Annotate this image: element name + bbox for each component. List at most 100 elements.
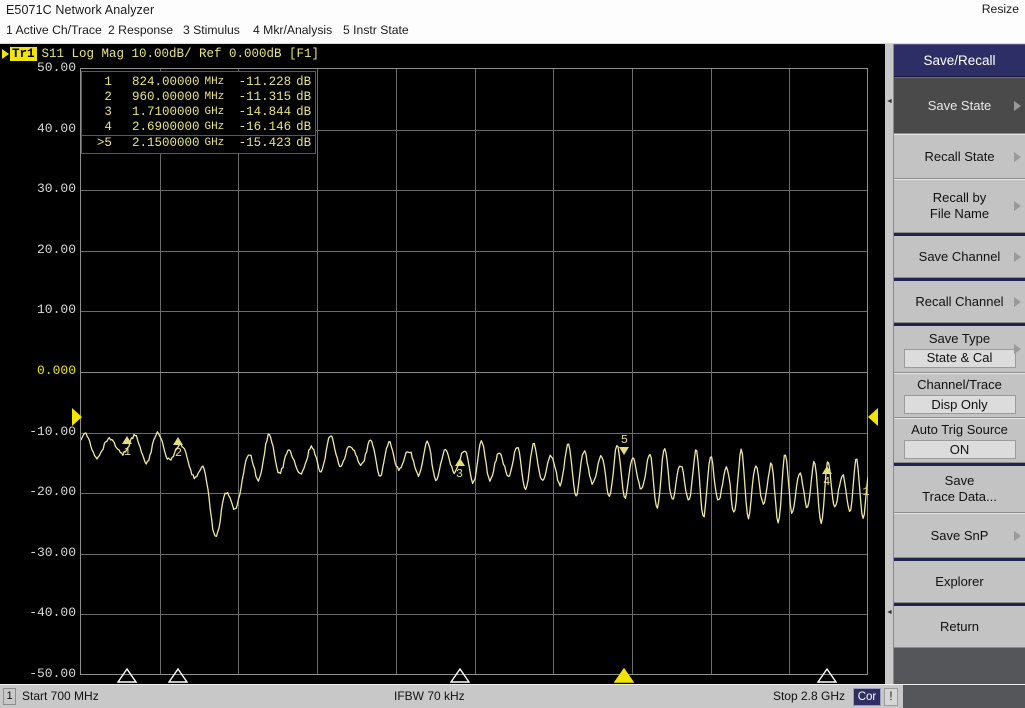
marker-readout-table[interactable]: 1824.00000MHz-11.228dB2960.00000MHz-11.3… [81,71,316,154]
marker-3-field-2: GHz [199,105,233,120]
marker-row-5[interactable]: >52.1500000GHz-15.423dB [82,135,315,151]
active-trace-badge[interactable]: Tr1 [10,47,37,61]
softkey-panel: ◄ ◄ Save/Recall Save StateRecall StateRe… [885,44,1025,684]
marker-row-1[interactable]: 1824.00000MHz-11.228dB [82,75,315,90]
marker-row-3[interactable]: 31.7100000GHz-14.844dB [82,105,315,120]
softkey-save-state[interactable]: Save State [894,77,1025,134]
softkey-sublabel: Trace Data... [922,489,997,505]
graph-marker-caret-5-icon[interactable] [619,447,629,455]
softkey-label: Explorer [935,574,983,590]
x-axis-marker-2-icon[interactable] [168,668,188,683]
graph-marker-caret-3-icon[interactable] [455,458,465,466]
y-axis-label-9: -40.00 [6,605,76,620]
y-axis-label-1: 40.00 [6,121,76,136]
marker-1-field-1: 824.00000 [112,75,200,90]
marker-4-field-0: 4 [84,120,112,135]
graph-marker-label-5: 5 [616,433,632,447]
softkey-label: Save Channel [919,249,1001,265]
softkey-label: Save SnP [931,528,989,544]
chevron-right-icon [1014,531,1021,541]
marker-3-field-1: 1.7100000 [112,105,200,120]
marker-2-field-1: 960.00000 [112,90,200,105]
scroll-down-arrow-icon[interactable]: ◄ [886,609,893,616]
scroll-up-arrow-icon[interactable]: ◄ [886,98,893,105]
y-axis-label-10: -50.00 [6,666,76,681]
menu-item-4[interactable]: 4 Mkr/Analysis [253,23,332,37]
softkey-value[interactable]: State & Cal [904,349,1016,368]
chevron-right-icon [1014,101,1021,111]
alert-status-badge[interactable]: ! [884,688,898,706]
graph-marker-caret-4-icon[interactable] [822,466,832,474]
graph-marker-label-2: 2 [170,446,186,460]
softkey-save[interactable]: SaveTrace Data... [894,463,1025,513]
marker-1-field-3: -11.228 [233,75,291,90]
graph-marker-label-1: 1 [119,445,135,459]
menu-item-1[interactable]: 1 Active Ch/Trace [6,23,102,37]
softkey-scrollbar[interactable]: ◄ ◄ [885,44,894,684]
x-axis-marker-4-icon[interactable] [817,668,837,683]
softkey-label: Save Type [929,331,990,347]
marker-1-field-2: MHz [199,75,233,90]
status-start-frequency[interactable]: Start 700 MHz [22,689,99,703]
chevron-right-icon [1014,344,1021,354]
trace-edge-label: 1 [858,485,874,499]
y-axis-label-3: 20.00 [6,242,76,257]
menu-item-5[interactable]: 5 Instr State [343,23,409,37]
softkey-explorer[interactable]: Explorer [894,558,1025,603]
reference-position-marker-right-icon[interactable] [868,408,878,426]
status-stop-frequency[interactable]: Stop 2.8 GHz [755,689,845,703]
softkey-save-snp[interactable]: Save SnP [894,513,1025,558]
window-title: E5071C Network Analyzer [6,3,154,17]
x-axis-marker-5-icon[interactable] [614,668,634,683]
softkey-label: Recall Channel [915,294,1003,310]
softkey-save-type[interactable]: Save Type State & Cal [894,323,1025,373]
y-axis-label-2: 30.00 [6,181,76,196]
softkey-value[interactable]: ON [904,440,1016,459]
window-chrome: E5071C Network Analyzer 1 Active Ch/Trac… [0,0,1025,44]
y-axis-label-4: 10.00 [6,302,76,317]
marker-4-field-3: -16.146 [233,120,291,135]
marker-5-field-1: 2.1500000 [112,136,200,151]
graph-marker-caret-1-icon[interactable] [122,436,132,444]
marker-2-field-2: MHz [199,90,233,105]
y-axis-label-0: 50.00 [6,60,76,75]
graph-marker-label-3: 3 [452,467,468,481]
marker-3-field-0: 3 [84,105,112,120]
graph-marker-label-4: 4 [819,475,835,489]
marker-row-4[interactable]: 42.6900000GHz-16.146dB [82,120,315,135]
softkey-label: Recall by [933,190,986,206]
marker-3-field-3: -14.844 [233,105,291,120]
softkey-menu-title: Save/Recall [894,44,1025,77]
marker-row-2[interactable]: 2960.00000MHz-11.315dB [82,90,315,105]
softkey-auto-trig-source[interactable]: Auto Trig SourceON [894,418,1025,463]
softkey-recall-by[interactable]: Recall byFile Name [894,179,1025,233]
network-analyzer-window: E5071C Network Analyzer 1 Active Ch/Trac… [0,0,1025,708]
chevron-right-icon [1014,252,1021,262]
softkey-label: Save State [928,98,992,114]
status-ifbw[interactable]: IFBW 70 kHz [394,689,465,703]
marker-5-field-0: >5 [84,136,112,151]
softkey-channel-trace[interactable]: Channel/TraceDisp Only [894,373,1025,418]
s11-trace [81,69,868,675]
softkey-recall-channel[interactable]: Recall Channel [894,278,1025,323]
menu-bar: 1 Active Ch/Trace 2 Response 3 Stimulus 4 M… [0,21,1025,43]
marker-4-field-4: dB [291,120,315,135]
trace-status-text: S11 Log Mag 10.00dB/ Ref 0.000dB [F1] [42,47,320,61]
menu-item-3[interactable]: 3 Stimulus [183,23,240,37]
graph-marker-caret-2-icon[interactable] [173,437,183,445]
menu-item-2[interactable]: 2 Response [108,23,173,37]
x-axis-marker-3-icon[interactable] [450,668,470,683]
x-axis-marker-1-icon[interactable] [117,668,137,683]
softkey-return[interactable]: Return [894,603,1025,648]
active-trace-pointer-icon [2,49,9,59]
y-axis: 50.0040.0030.0020.0010.000.000-10.00-20.… [0,68,76,675]
softkey-sublabel: File Name [930,206,989,222]
softkey-recall-state[interactable]: Recall State [894,134,1025,179]
correction-status-badge[interactable]: Cor [853,688,881,706]
softkey-save-channel[interactable]: Save Channel [894,233,1025,278]
softkey-value[interactable]: Disp Only [904,395,1016,414]
resize-button[interactable]: Resize [982,2,1019,16]
marker-2-field-0: 2 [84,90,112,105]
status-channel-number[interactable]: 1 [3,688,16,705]
chevron-right-icon [1014,152,1021,162]
